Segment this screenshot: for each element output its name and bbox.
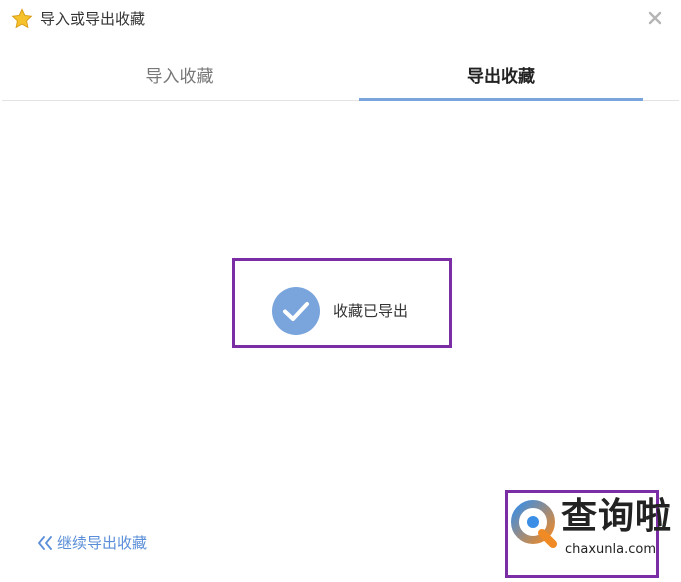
close-icon[interactable]: [646, 9, 664, 27]
star-icon: [11, 8, 33, 29]
window-title: 导入或导出收藏: [40, 10, 146, 28]
watermark-brand: 查询啦: [561, 496, 673, 537]
active-tab-indicator: [359, 98, 643, 101]
export-success-message: 收藏已导出: [333, 302, 409, 320]
watermark: 查询啦 chaxunla.com: [507, 492, 681, 570]
tab-bar: 导入收藏 导出收藏: [2, 52, 679, 102]
search-logo-icon: [511, 500, 557, 548]
export-success-panel: 收藏已导出: [232, 258, 452, 348]
continue-export-label: 继续导出收藏: [57, 534, 148, 552]
title-bar: 导入或导出收藏: [0, 0, 681, 40]
tab-export[interactable]: 导出收藏: [359, 52, 643, 102]
watermark-url: chaxunla.com: [565, 542, 656, 557]
check-circle-icon: [272, 287, 320, 335]
tab-import[interactable]: 导入收藏: [2, 52, 357, 102]
double-chevron-left-icon: [38, 536, 52, 550]
